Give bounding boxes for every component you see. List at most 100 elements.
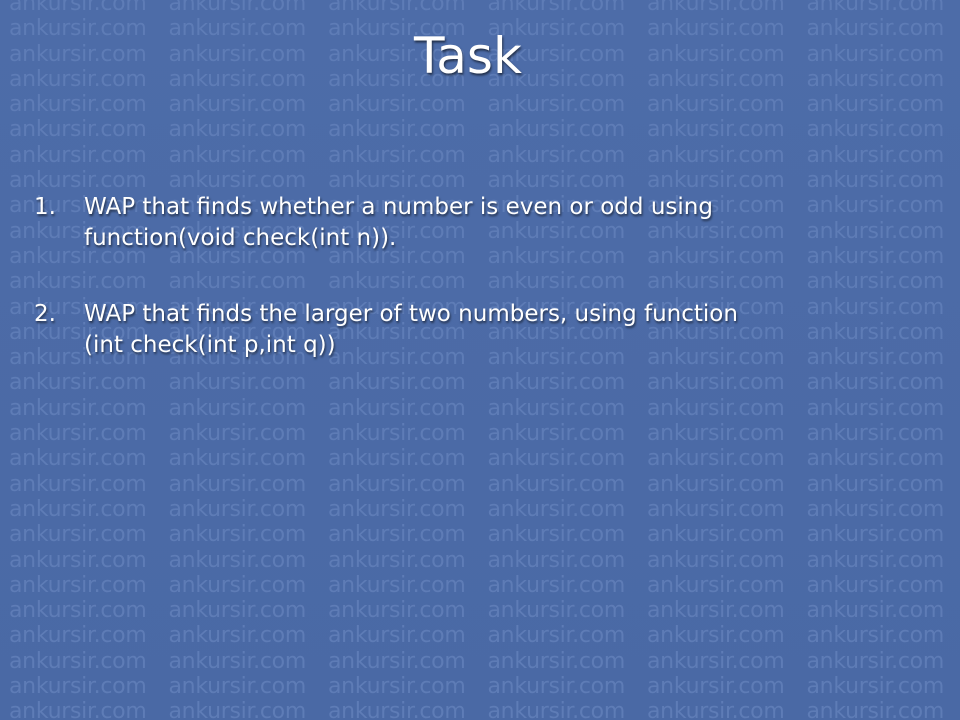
watermark-text: ankursir.com (168, 142, 307, 168)
watermark-text: ankursir.com (647, 522, 785, 548)
watermark-row: ankursir.com ankursir.com ankursir.com anku… (0, 497, 960, 522)
watermark-text: ankursir.com (328, 168, 466, 194)
watermark-text: ankursir.com (487, 572, 626, 598)
watermark-row: ankursir.com ankursir.com ankursir.com anku… (0, 573, 960, 598)
watermark-text: ankursir.com (647, 648, 785, 674)
watermark-text: ankursir.com (806, 421, 945, 447)
watermark-text: ankursir.com (806, 446, 945, 472)
watermark-text: ankursir.com (168, 168, 307, 194)
watermark-text: ankursir.com (9, 699, 147, 720)
watermark-text: ankursir.com (9, 648, 147, 674)
watermark-text: ankursir.com (168, 0, 307, 16)
watermark-text: ankursir.com (487, 92, 626, 118)
watermark-text: ankursir.com (9, 421, 147, 447)
watermark-text: ankursir.com (328, 648, 466, 674)
watermark-text: ankursir.com (487, 446, 626, 472)
watermark-text: ankursir.com (168, 92, 307, 118)
watermark-text: ankursir.com (328, 446, 466, 472)
task-item: 1. WAP that finds whether a number is ev… (0, 192, 960, 254)
watermark-text: ankursir.com (806, 674, 945, 700)
watermark-text: ankursir.com (168, 623, 307, 649)
watermark-row: ankursir.com ankursir.com ankursir.com anku… (0, 623, 960, 648)
watermark-row: ankursir.com ankursir.com ankursir.com anku… (0, 649, 960, 674)
watermark-text: ankursir.com (487, 623, 626, 649)
task-number: 1. (34, 194, 56, 220)
watermark-text: ankursir.com (328, 572, 466, 598)
task-item: 2. WAP that finds the larger of two numb… (0, 299, 960, 361)
watermark-text: ankursir.com (647, 471, 785, 497)
watermark-row: ankursir.com ankursir.com ankursir.com anku… (0, 522, 960, 547)
watermark-row: ankursir.com ankursir.com ankursir.com anku… (0, 421, 960, 446)
task-text: WAP that finds the larger of two numbers… (84, 301, 738, 358)
watermark-text: ankursir.com (328, 547, 466, 573)
watermark-text: ankursir.com (806, 572, 945, 598)
watermark-text: ankursir.com (806, 0, 945, 16)
watermark-text: ankursir.com (9, 117, 147, 143)
task-number: 2. (34, 301, 56, 327)
task-text: WAP that finds whether a number is even … (84, 194, 713, 251)
watermark-text: ankursir.com (647, 674, 785, 700)
watermark-text: ankursir.com (168, 598, 307, 624)
watermark-text: ankursir.com (9, 142, 147, 168)
watermark-text: ankursir.com (168, 648, 307, 674)
watermark-text: ankursir.com (9, 471, 147, 497)
watermark-text: ankursir.com (487, 421, 626, 447)
watermark-row: ankursir.com ankursir.com ankursir.com anku… (0, 0, 960, 16)
watermark-text: ankursir.com (9, 496, 147, 522)
slide: ankursir.com ankursir.com ankursir.com anku… (0, 0, 960, 720)
slide-title: Task (414, 27, 522, 85)
watermark-text: ankursir.com (806, 117, 945, 143)
watermark-text: ankursir.com (328, 623, 466, 649)
watermark-text: ankursir.com (647, 92, 785, 118)
watermark-row: ankursir.com ankursir.com ankursir.com anku… (0, 92, 960, 117)
watermark-text: ankursir.com (647, 699, 785, 720)
watermark-text: ankursir.com (806, 496, 945, 522)
watermark-text: ankursir.com (328, 142, 466, 168)
watermark-text: ankursir.com (806, 623, 945, 649)
watermark-text: ankursir.com (647, 547, 785, 573)
watermark-row: ankursir.com ankursir.com ankursir.com anku… (0, 446, 960, 471)
watermark-text: ankursir.com (328, 117, 466, 143)
watermark-text: ankursir.com (647, 598, 785, 624)
watermark-text: ankursir.com (9, 623, 147, 649)
watermark-text: ankursir.com (9, 522, 147, 548)
watermark-text: ankursir.com (806, 142, 945, 168)
watermark-text: ankursir.com (647, 142, 785, 168)
watermark-text: ankursir.com (806, 699, 945, 720)
watermark-row: ankursir.com ankursir.com ankursir.com anku… (0, 699, 960, 720)
watermark-text: ankursir.com (168, 471, 307, 497)
watermark-text: ankursir.com (168, 117, 307, 143)
watermark-text: ankursir.com (647, 0, 785, 16)
watermark-row: ankursir.com ankursir.com ankursir.com anku… (0, 674, 960, 699)
watermark-text: ankursir.com (328, 674, 466, 700)
watermark-text: ankursir.com (9, 446, 147, 472)
watermark-text: ankursir.com (647, 623, 785, 649)
watermark-text: ankursir.com (9, 92, 147, 118)
watermark-text: ankursir.com (168, 522, 307, 548)
watermark-text: ankursir.com (487, 522, 626, 548)
watermark-text: ankursir.com (168, 446, 307, 472)
watermark-text: ankursir.com (647, 496, 785, 522)
watermark-text: ankursir.com (487, 699, 626, 720)
watermark-text: ankursir.com (487, 471, 626, 497)
watermark-text: ankursir.com (168, 572, 307, 598)
watermark-text: ankursir.com (487, 168, 626, 194)
watermark-text: ankursir.com (9, 572, 147, 598)
watermark-text: ankursir.com (328, 0, 466, 16)
watermark-row: ankursir.com ankursir.com ankursir.com anku… (0, 548, 960, 573)
watermark-text: ankursir.com (647, 572, 785, 598)
watermark-text: ankursir.com (487, 142, 626, 168)
watermark-text: ankursir.com (487, 0, 626, 16)
watermark-text: ankursir.com (328, 421, 466, 447)
watermark-text: ankursir.com (168, 547, 307, 573)
watermark-row: ankursir.com ankursir.com ankursir.com anku… (0, 143, 960, 168)
watermark-text: ankursir.com (487, 547, 626, 573)
watermark-row: ankursir.com ankursir.com ankursir.com anku… (0, 598, 960, 623)
watermark-row: ankursir.com ankursir.com ankursir.com anku… (0, 117, 960, 142)
watermark-text: ankursir.com (806, 168, 945, 194)
watermark-text: ankursir.com (647, 117, 785, 143)
watermark-text: ankursir.com (168, 699, 307, 720)
watermark-text: ankursir.com (647, 446, 785, 472)
watermark-text: ankursir.com (9, 598, 147, 624)
watermark-text: ankursir.com (487, 674, 626, 700)
